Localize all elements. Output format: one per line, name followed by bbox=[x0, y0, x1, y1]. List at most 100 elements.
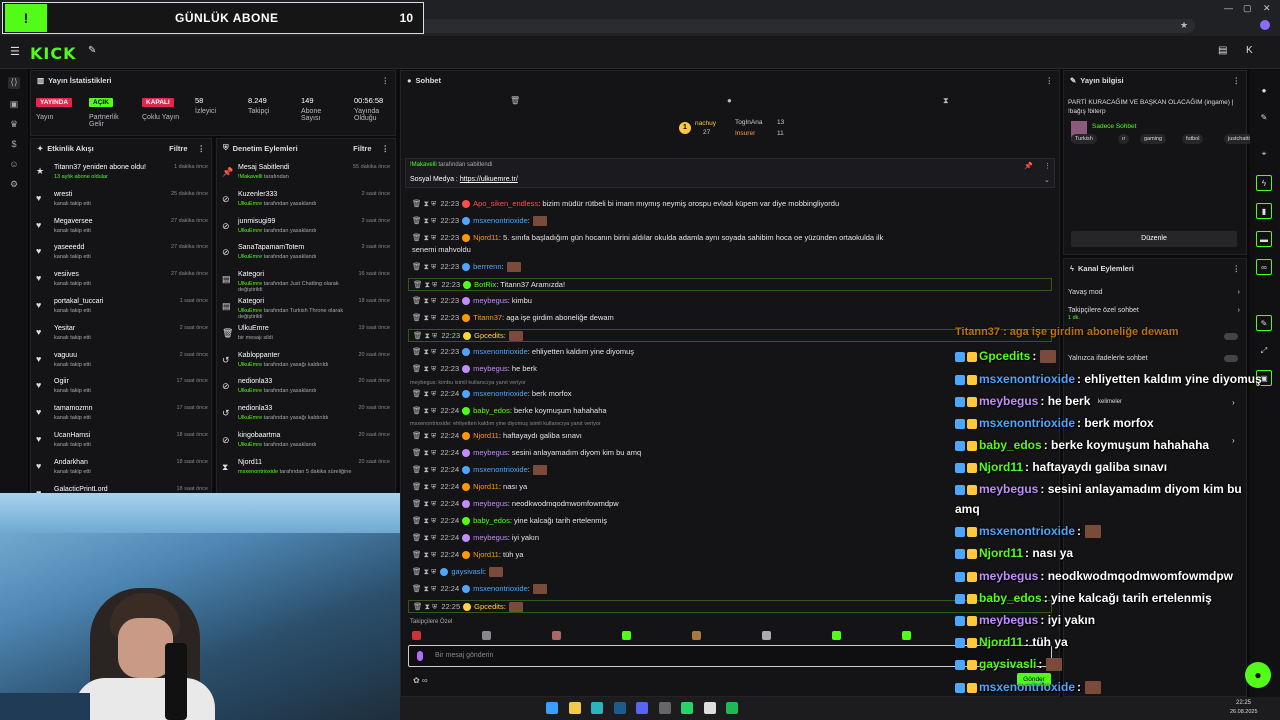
moderation-item[interactable]: ▤ Kategori UlkuEmre tarafından Turkish Thr… bbox=[220, 298, 392, 324]
activity-item[interactable]: ★ Titann37 yeniden abone oldu! 13 aylık ab… bbox=[34, 164, 210, 190]
chat-username[interactable]: Titann37 bbox=[473, 313, 502, 322]
activity-item[interactable]: ♥ wresti kanalı takip etti 25 dakika önce bbox=[34, 191, 210, 217]
moderation-item[interactable]: ↺ Kabloppanter UlkuEmre tarafından yasağı … bbox=[220, 352, 392, 378]
activity-name[interactable]: vaguuu bbox=[54, 352, 77, 359]
follower-only-row[interactable]: Takipçilere özel sohbet 1 dk. › bbox=[1068, 307, 1244, 321]
moderation-name[interactable]: Njord11 bbox=[238, 459, 262, 466]
mod-actions-icon[interactable]: 🗑 ⧗ ⛨ bbox=[412, 550, 436, 559]
chat-icon[interactable]: ▬ bbox=[1256, 231, 1272, 247]
more-icon[interactable]: ⋮ bbox=[382, 76, 390, 85]
moderation-actor[interactable]: UlkuEmre bbox=[238, 415, 262, 421]
chat-username[interactable]: meybegus bbox=[473, 499, 508, 508]
chat-username[interactable]: baby_edos bbox=[473, 406, 510, 415]
activity-name[interactable]: Andarkhan bbox=[54, 459, 88, 466]
edit-button[interactable]: Düzenle bbox=[1071, 231, 1237, 247]
mod-actions-icon[interactable]: 🗑 ⧗ ⛨ bbox=[412, 262, 436, 271]
emote-icon[interactable] bbox=[622, 631, 631, 640]
chat-username[interactable]: berrrenn bbox=[473, 262, 501, 271]
mod-actions-icon[interactable]: 🗑 ⧗ ⛨ bbox=[412, 584, 436, 593]
more-icon[interactable]: ⋮ bbox=[1233, 264, 1241, 273]
banned-words-label[interactable]: kelimeler bbox=[1098, 399, 1122, 405]
moderation-item[interactable]: ⊘ SanaTapamamTotem UlkuEmre tarafından yas… bbox=[220, 244, 392, 270]
moderation-name[interactable]: nedionla33 bbox=[238, 378, 272, 385]
moderation-filter-button[interactable]: Filtre bbox=[353, 144, 371, 153]
chat-username[interactable]: msxenontrioxide bbox=[473, 465, 528, 474]
mod-actions-icon[interactable]: 🗑 ⧗ ⛨ bbox=[413, 602, 437, 611]
activity-name[interactable]: vesiives bbox=[54, 271, 79, 278]
file-icon[interactable]: ▮ bbox=[1256, 203, 1272, 219]
mod-actions-icon[interactable]: 🗑 ⧗ ⛨ bbox=[412, 465, 436, 474]
chat-username[interactable]: Gpcedits bbox=[474, 331, 504, 340]
chat-username[interactable]: meybegus bbox=[473, 296, 508, 305]
library-nav-icon[interactable]: ▣ bbox=[8, 99, 20, 111]
whatsapp-icon[interactable] bbox=[681, 702, 693, 714]
moderation-item[interactable]: ⊘ kingobaartma UlkuEmre tarafından yasakla… bbox=[220, 432, 392, 458]
emote-only-toggle[interactable] bbox=[1224, 355, 1238, 362]
emote-icon[interactable] bbox=[692, 631, 701, 640]
chat-username[interactable]: Njord11 bbox=[473, 431, 499, 440]
activity-name[interactable]: Yesitar bbox=[54, 325, 75, 332]
maximize-icon[interactable]: ▢ bbox=[1243, 3, 1252, 14]
settings-nav-icon[interactable]: ⚙ bbox=[8, 179, 20, 191]
moderation-actor[interactable]: UlkuEmre bbox=[238, 362, 262, 368]
crosshair-icon[interactable]: ⌖ bbox=[1256, 146, 1272, 162]
pinned-link[interactable]: https://ulkuemre.tr/ bbox=[460, 176, 518, 183]
moderation-name[interactable]: Kuzenler333 bbox=[238, 191, 277, 198]
kick-logo[interactable]: KICK bbox=[30, 44, 77, 63]
moderation-name[interactable]: Kategori bbox=[238, 298, 264, 305]
chat-username[interactable]: Gpcedits bbox=[474, 602, 504, 611]
mod-actions-icon[interactable]: 🗑 ⧗ ⛨ bbox=[412, 233, 436, 242]
mod-actions-icon[interactable]: 🗑 ⧗ ⛨ bbox=[412, 406, 436, 415]
tag-chip[interactable]: futbol bbox=[1182, 134, 1204, 144]
mod-actions-icon[interactable]: 🗑 ⧗ ⛨ bbox=[412, 448, 436, 457]
activity-item[interactable]: ♥ vaguuu kanalı takip etti 2 saat önce bbox=[34, 352, 210, 378]
windows-start-icon[interactable] bbox=[546, 702, 558, 714]
emote-icon[interactable] bbox=[412, 631, 421, 640]
emote-icon[interactable] bbox=[482, 631, 491, 640]
chevron-right-icon[interactable]: › bbox=[1232, 436, 1235, 445]
mod-actions-icon[interactable]: 🗑 ⧗ ⛨ bbox=[412, 347, 436, 356]
chevron-right-icon[interactable]: › bbox=[1232, 398, 1235, 407]
link-icon[interactable]: ∞ bbox=[1256, 259, 1272, 275]
mod-actions-icon[interactable]: 🗑 ⧗ ⛨ bbox=[412, 199, 436, 208]
chat-username[interactable]: Njord11 bbox=[473, 550, 499, 559]
profile-avatar[interactable] bbox=[1260, 20, 1270, 30]
mod-actions-icon[interactable]: 🗑 ⧗ ⛨ bbox=[412, 516, 436, 525]
chat-username[interactable]: Njord11 bbox=[473, 233, 499, 242]
top-gifter-name[interactable]: TogInAna bbox=[735, 119, 762, 126]
layout-icon[interactable]: ▤ bbox=[1218, 45, 1227, 56]
mod-actions-icon[interactable]: 🗑 ⧗ ⛨ bbox=[413, 331, 437, 340]
moderation-actor[interactable]: UlkuEmre bbox=[238, 388, 262, 394]
chat-bubble-icon[interactable]: ● bbox=[727, 96, 732, 105]
activity-name[interactable]: Titann37 yeniden abone oldu! bbox=[54, 164, 146, 171]
mod-actions-icon[interactable]: 🗑 ⧗ ⛨ bbox=[412, 389, 436, 398]
support-chat-button[interactable]: ● bbox=[1245, 662, 1271, 688]
moderation-item[interactable]: ⊘ nedionla33 UlkuEmre tarafından yasakland… bbox=[220, 378, 392, 404]
tag-chip[interactable]: Turkish bbox=[1071, 134, 1097, 144]
moderation-item[interactable]: ⊘ Kuzenler333 UlkuEmre tarafından yasaklan… bbox=[220, 191, 392, 217]
chat-username[interactable]: msxenontrioxide bbox=[473, 216, 528, 225]
activity-name[interactable]: UcanHamsi bbox=[54, 432, 90, 439]
moderation-name[interactable]: UlkuEmre bbox=[238, 325, 269, 332]
mic-icon[interactable] bbox=[417, 651, 423, 661]
emote-icon[interactable] bbox=[902, 631, 911, 640]
activity-item[interactable]: ♥ Ogiir kanalı takip etti 17 saat önce bbox=[34, 378, 210, 404]
chat-username[interactable]: Njord11 bbox=[473, 482, 499, 491]
moderation-item[interactable]: ↺ nedionla33 UlkuEmre tarafından yasağı ka… bbox=[220, 405, 392, 431]
trash-icon[interactable]: 🗑 bbox=[510, 96, 520, 105]
stream-nav-icon[interactable]: ⟨⟩ bbox=[8, 77, 20, 89]
menu-icon[interactable]: ☰ bbox=[10, 45, 20, 58]
mod-actions-icon[interactable]: 🗑 ⧗ ⛨ bbox=[412, 567, 436, 576]
trophy-nav-icon[interactable]: ♛ bbox=[8, 119, 20, 131]
mod-actions-icon[interactable]: 🗑 ⧗ ⛨ bbox=[412, 296, 436, 305]
mod-actions-icon[interactable]: 🗑 ⧗ ⛨ bbox=[412, 482, 436, 491]
edge-icon[interactable] bbox=[591, 702, 603, 714]
activity-item[interactable]: ♥ tamamozmn kanalı takip etti 17 saat önce bbox=[34, 405, 210, 431]
mod-actions-icon[interactable]: 🗑 ⧗ ⛨ bbox=[412, 431, 436, 440]
moderation-name[interactable]: SanaTapamamTotem bbox=[238, 244, 304, 251]
pin-icon[interactable]: 📌 bbox=[1024, 162, 1033, 170]
wrench-icon[interactable]: ✎ bbox=[1256, 315, 1272, 331]
info-icon[interactable]: ● bbox=[1256, 83, 1272, 99]
category-name[interactable]: Sadece Sohbet bbox=[1092, 123, 1136, 130]
chat-username[interactable]: meybegus bbox=[473, 364, 508, 373]
